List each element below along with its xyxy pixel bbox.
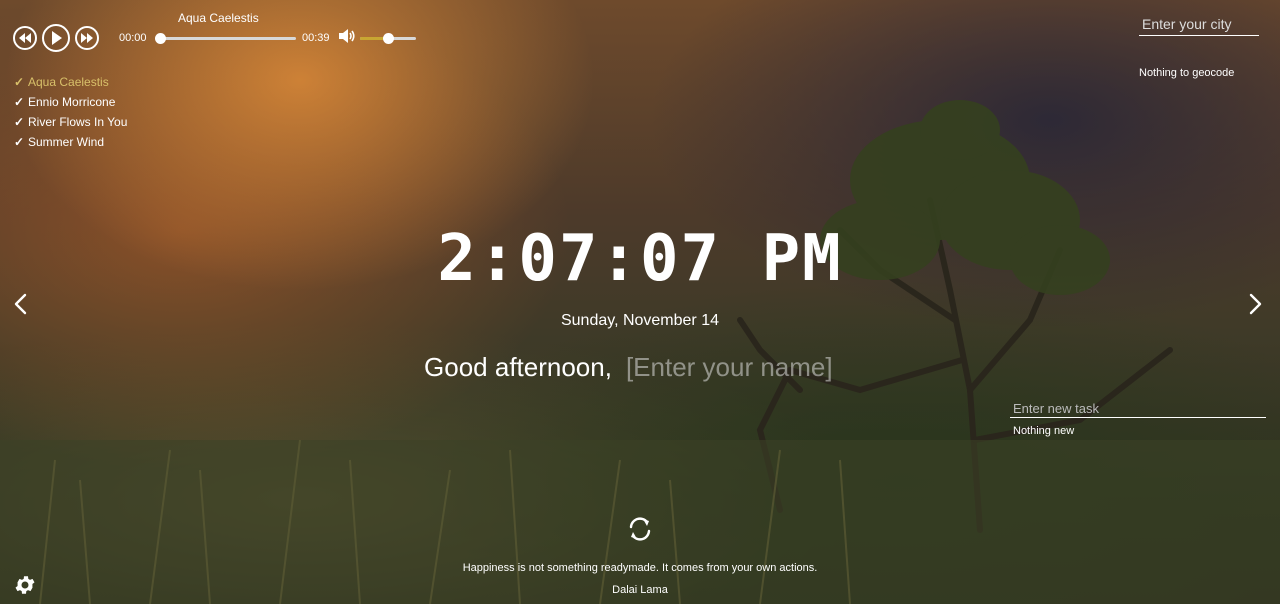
gear-icon[interactable] (13, 573, 37, 597)
weather-message: Nothing to geocode (1139, 67, 1235, 79)
quote-author: Dalai Lama (612, 584, 668, 596)
fast-forward-icon (81, 33, 93, 43)
greeting-text: Good afternoon, (424, 352, 612, 382)
rewind-icon (19, 33, 31, 43)
progress-bar[interactable] (155, 33, 296, 44)
clock-date: Sunday, November 14 (560, 312, 719, 329)
playlist: ✓ Aqua Caelestis ✓ Ennio Morricone ✓ River … (14, 74, 127, 154)
play-icon (52, 31, 62, 45)
name-input[interactable] (625, 352, 856, 383)
playlist-item[interactable]: ✓ Aqua Caelestis (14, 74, 127, 94)
quote-text: Happiness is not something readymade. It… (462, 562, 818, 574)
refresh-quote-button[interactable] (626, 515, 654, 543)
track-duration: 00:39 (302, 32, 330, 44)
progress-handle[interactable] (155, 33, 166, 44)
playlist-item-label: Aqua Caelestis (28, 75, 109, 89)
playlist-item[interactable]: ✓ River Flows In You (14, 114, 127, 134)
city-input[interactable] (1139, 12, 1259, 36)
next-track-button[interactable] (75, 26, 99, 50)
check-icon: ✓ (14, 95, 25, 109)
check-icon: ✓ (14, 135, 25, 149)
previous-track-button[interactable] (13, 26, 37, 50)
check-icon: ✓ (14, 75, 25, 89)
clock-time: 2:07:07 PM (437, 222, 843, 296)
check-icon: ✓ (14, 115, 25, 129)
greeting-row: Good afternoon, (0, 352, 1280, 383)
audio-player: Aqua Caelestis 00:00 00:39 (12, 8, 432, 52)
playlist-item[interactable]: ✓ Ennio Morricone (14, 94, 127, 114)
playlist-item-label: Summer Wind (28, 135, 105, 149)
playlist-item-label: Ennio Morricone (28, 95, 116, 109)
todo-message: Nothing new (1013, 425, 1075, 437)
play-button[interactable] (42, 24, 70, 52)
volume-slider[interactable] (360, 33, 416, 44)
playlist-item[interactable]: ✓ Summer Wind (14, 134, 127, 154)
volume-icon[interactable] (338, 28, 356, 44)
new-task-input[interactable] (1010, 400, 1266, 418)
current-time: 00:00 (119, 32, 147, 44)
current-track-title: Aqua Caelestis (178, 11, 259, 25)
volume-handle[interactable] (383, 33, 394, 44)
playlist-item-label: River Flows In You (28, 115, 128, 129)
